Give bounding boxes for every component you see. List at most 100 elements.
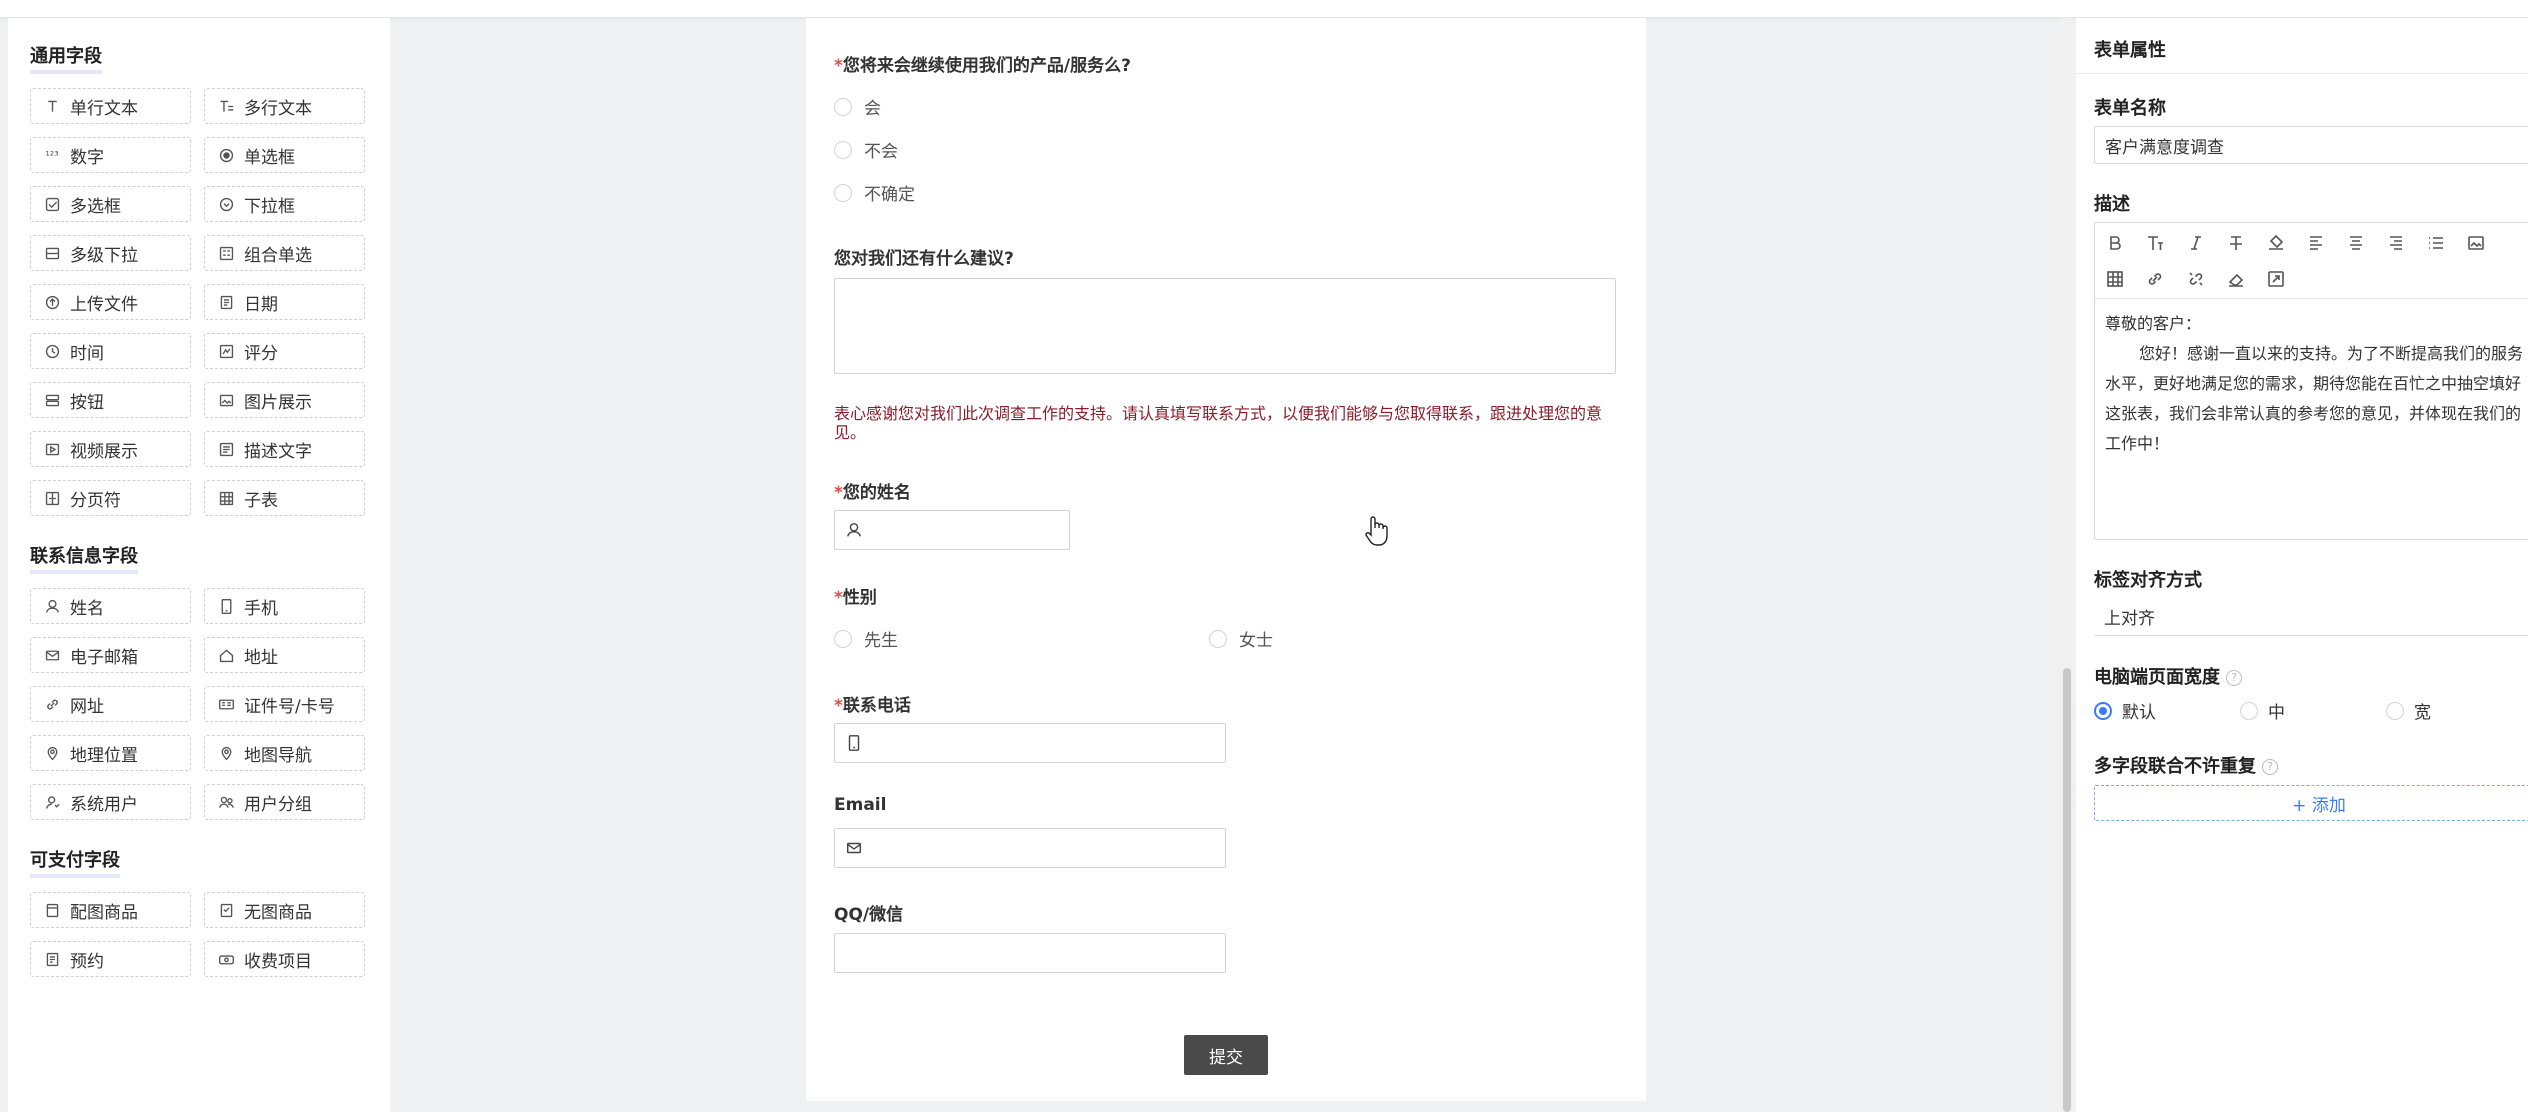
sub-table-icon <box>217 489 235 507</box>
label-qq-wechat: QQ/微信 <box>834 905 904 925</box>
dropdown-icon <box>217 195 235 213</box>
link-icon[interactable] <box>2143 267 2167 291</box>
field-time[interactable]: 时间 <box>30 333 191 369</box>
field-map-navigation[interactable]: 地图导航 <box>204 735 365 771</box>
unlink-icon[interactable] <box>2184 267 2208 291</box>
description-editor[interactable]: 尊敬的客户： 您好！感谢一直以来的支持。为了不断提高我们的服务水平，更好地满足您… <box>2094 222 2528 540</box>
radio-button[interactable] <box>834 140 852 159</box>
email-input[interactable] <box>834 828 1226 868</box>
fullscreen-icon[interactable] <box>2264 267 2288 291</box>
field-image-display[interactable]: 图片展示 <box>204 382 365 418</box>
align-center-icon[interactable] <box>2344 231 2368 255</box>
field-address[interactable]: 地址 <box>204 637 365 673</box>
section-title-payment: 可支付字段 <box>30 846 120 878</box>
help-icon[interactable]: ? <box>2226 670 2242 686</box>
radio-button[interactable] <box>2240 701 2258 720</box>
field-checkbox[interactable]: 多选框 <box>30 186 191 222</box>
question-suggestions: 您对我们还有什么建议? <box>834 249 1014 269</box>
map-pin-icon <box>217 744 235 762</box>
width-option-default[interactable]: 默认 <box>2094 698 2156 723</box>
page-break-icon <box>43 489 61 507</box>
font-size-icon[interactable] <box>2143 231 2167 255</box>
bold-icon[interactable] <box>2103 231 2127 255</box>
label-align-title: 标签对齐方式 <box>2094 570 2202 591</box>
field-fee-item[interactable]: 收费项目 <box>204 941 365 977</box>
link-icon <box>43 695 61 713</box>
radio-button[interactable] <box>1209 629 1227 648</box>
radio-option-no[interactable]: 不会 <box>834 137 898 162</box>
field-url[interactable]: 网址 <box>30 686 191 722</box>
submit-button[interactable]: 提交 <box>1184 1035 1268 1075</box>
multi-field-unique-title: 多字段联合不许重复? <box>2094 752 2278 778</box>
field-geo-location[interactable]: 地理位置 <box>30 735 191 771</box>
name-input[interactable] <box>834 510 1070 550</box>
radio-button[interactable] <box>2386 701 2404 720</box>
italic-icon[interactable] <box>2184 231 2208 255</box>
field-reservation[interactable]: 预约 <box>30 941 191 977</box>
description-label: 描述 <box>2094 194 2130 215</box>
page-width-title: 电脑端页面宽度? <box>2094 663 2242 689</box>
radio-option-male[interactable]: 先生 <box>834 626 898 651</box>
qq-wechat-input[interactable] <box>834 933 1226 973</box>
label-phone: *联系电话 <box>834 696 911 716</box>
field-sub-table[interactable]: 子表 <box>204 480 365 516</box>
field-dropdown[interactable]: 下拉框 <box>204 186 365 222</box>
label-align-select[interactable]: 上对齐 <box>2094 598 2528 636</box>
radio-button[interactable] <box>834 183 852 202</box>
align-right-icon[interactable] <box>2384 231 2408 255</box>
video-icon <box>43 440 61 458</box>
field-video-display[interactable]: 视频展示 <box>30 431 191 467</box>
help-icon[interactable]: ? <box>2262 759 2278 775</box>
system-user-icon <box>43 793 61 811</box>
field-user-group[interactable]: 用户分组 <box>204 784 365 820</box>
mail-icon <box>43 646 61 664</box>
phone-input[interactable] <box>834 723 1226 763</box>
insert-image-icon[interactable] <box>2464 231 2488 255</box>
form-name-input[interactable]: 客户满意度调查 <box>2094 126 2528 164</box>
field-date[interactable]: 日期 <box>204 284 365 320</box>
radio-option-female[interactable]: 女士 <box>1209 626 1273 651</box>
field-description-text[interactable]: 描述文字 <box>204 431 365 467</box>
field-id-card[interactable]: 证件号/卡号 <box>204 686 365 722</box>
location-icon <box>43 744 61 762</box>
rating-icon <box>217 342 235 360</box>
insert-table-icon[interactable] <box>2103 267 2127 291</box>
field-page-break[interactable]: 分页符 <box>30 480 191 516</box>
product-image-icon <box>43 901 61 919</box>
width-option-medium[interactable]: 中 <box>2240 698 2285 723</box>
radio-button-selected[interactable] <box>2094 701 2112 720</box>
field-upload-file[interactable]: 上传文件 <box>30 284 191 320</box>
reservation-icon <box>43 950 61 968</box>
field-product-with-image[interactable]: 配图商品 <box>30 892 191 928</box>
field-email[interactable]: 电子邮箱 <box>30 637 191 673</box>
image-icon <box>217 391 235 409</box>
radio-button[interactable] <box>834 629 852 648</box>
fill-color-icon[interactable] <box>2264 231 2288 255</box>
bullet-list-icon[interactable] <box>2424 231 2448 255</box>
field-multi-line-text[interactable]: 多行文本 <box>204 88 365 124</box>
add-button[interactable]: + 添加 <box>2094 785 2528 821</box>
canvas-scrollbar-thumb[interactable] <box>2063 668 2071 1112</box>
eraser-icon[interactable] <box>2224 267 2248 291</box>
field-combo-radio[interactable]: 组合单选 <box>204 235 365 271</box>
radio-button[interactable] <box>834 97 852 116</box>
field-number[interactable]: ¹²³ 数字 <box>30 137 191 173</box>
label-gender: *性别 <box>834 588 877 608</box>
width-option-wide[interactable]: 宽 <box>2386 698 2431 723</box>
field-cascade-dropdown[interactable]: 多级下拉 <box>30 235 191 271</box>
field-single-line-text[interactable]: 单行文本 <box>30 88 191 124</box>
field-system-user[interactable]: 系统用户 <box>30 784 191 820</box>
field-button[interactable]: 按钮 <box>30 382 191 418</box>
radio-option-unsure[interactable]: 不确定 <box>834 180 915 205</box>
strikethrough-icon[interactable] <box>2224 231 2248 255</box>
field-radio[interactable]: 单选框 <box>204 137 365 173</box>
field-name[interactable]: 姓名 <box>30 588 191 624</box>
align-left-icon[interactable] <box>2304 231 2328 255</box>
suggestions-textarea[interactable] <box>834 278 1616 374</box>
field-rating[interactable]: 评分 <box>204 333 365 369</box>
field-mobile[interactable]: 手机 <box>204 588 365 624</box>
radio-icon <box>217 146 235 164</box>
field-product-no-image[interactable]: 无图商品 <box>204 892 365 928</box>
radio-option-yes[interactable]: 会 <box>834 94 881 119</box>
editor-content[interactable]: 尊敬的客户： 您好！感谢一直以来的支持。为了不断提高我们的服务水平，更好地满足您… <box>2095 299 2528 539</box>
